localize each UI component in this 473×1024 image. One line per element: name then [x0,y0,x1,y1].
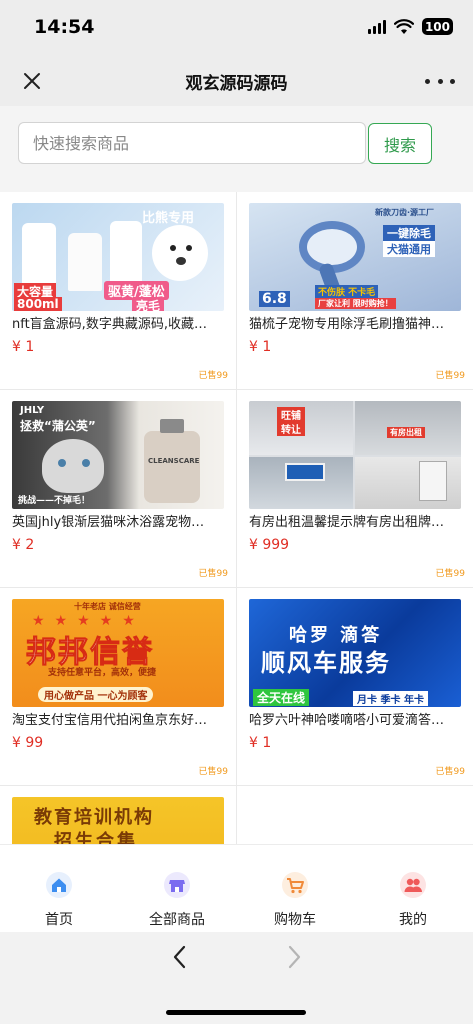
product-image: 旺铺 转让 有房出租 [249,401,461,509]
search-input[interactable] [18,122,366,164]
status-bar: 14:54 100 [0,0,473,56]
image-text: 旺铺 [277,407,305,422]
tab-all-products[interactable]: 全部商品 [118,845,236,933]
image-text: 比熊专用 [142,211,195,226]
product-image: 比熊专用 大容量 800ml 驱黄/蓬松 亮毛 [12,203,224,311]
product-image: JHLY 拯救“蒲公英” 挑战——不掉毛！ CLEANSCARE [12,401,224,509]
product-card[interactable]: 新款刀齿·源工厂 一键除毛 犬猫通用 不伤肤 不卡毛 厂家让利 限时购抢！ 6.… [237,192,473,389]
tab-bar: 首页 全部商品 购物车 我的 [0,844,473,932]
more-options-icon[interactable] [425,70,455,92]
search-area: 搜索 [0,106,473,190]
product-title: 英国jhly银渐层猫咪沐浴露宠物… [12,515,205,530]
status-time: 14:54 [34,16,95,38]
product-card[interactable]: 教育培训机构 招生合集 [0,786,236,844]
product-price: ¥ 2 [12,537,35,553]
image-text: 6.8 [259,291,290,307]
sold-count: 已售99 [198,371,228,381]
product-title: 猫梳子宠物专用除浮毛刷撸猫神… [249,317,445,332]
home-icon [46,872,72,898]
product-title: 淘宝支付宝信用代拍闲鱼京东好… [12,713,208,728]
product-card[interactable]: 十年老店 诚信经营 ★★★★★ 邦邦信誉 支持任意平台，高效，便捷 用心做产品 … [0,588,236,785]
image-text: 犬猫通用 [383,241,435,257]
battery-indicator: 100 [421,18,453,35]
image-text: 亮毛 [132,297,165,311]
image-text: 全天在线 [253,689,310,706]
wifi-icon [393,18,414,34]
sold-count: 已售99 [198,767,228,777]
cellular-signal-icon [367,19,386,34]
product-price: ¥ 1 [249,735,272,751]
product-title: 哈罗六叶神哈喽嘀嗒小可爱滴答… [249,713,445,728]
image-text: CLEANSCARE [148,457,200,465]
sold-count: 已售99 [198,569,228,579]
page-title: 观玄源码源码 [185,74,288,94]
image-text: 十年老店 诚信经营 [74,602,141,611]
cart-icon [282,872,308,898]
image-text: 转让 [277,421,305,436]
product-price: ¥ 99 [12,735,44,751]
tab-label: 购物车 [274,912,316,928]
image-text: 一键除毛 [383,225,435,241]
product-image: 新款刀齿·源工厂 一键除毛 犬猫通用 不伤肤 不卡毛 厂家让利 限时购抢！ 6.… [249,203,461,311]
product-card[interactable]: 旺铺 转让 有房出租 有房出租温馨提示牌有房出租牌… ¥ 999 已售99 [237,390,473,587]
tab-home[interactable]: 首页 [0,845,118,933]
image-text: 厂家让利 限时购抢！ [315,298,396,309]
search-button[interactable]: 搜索 [368,123,432,164]
sold-count: 已售99 [435,767,465,777]
product-card[interactable]: 比熊专用 大容量 800ml 驱黄/蓬松 亮毛 nft盲盒源码,数字典藏源码,收… [0,192,236,389]
tab-mine[interactable]: 我的 [354,845,472,933]
image-text: 用心做产品 一心为顾客 [38,687,154,702]
image-text: 拯救“蒲公英” [20,419,96,433]
browser-bottom-bar [0,932,473,1024]
image-text: 支持任意平台，高效，便捷 [48,668,157,678]
image-text: 新款刀齿·源工厂 [375,208,435,217]
product-image: 哈罗 滴答 顺风车服务 全天在线 月卡 季卡 年卡 [249,599,461,707]
image-text: 挑战——不掉毛！ [18,496,91,506]
product-card[interactable]: 哈罗 滴答 顺风车服务 全天在线 月卡 季卡 年卡 哈罗六叶神哈喽嘀嗒小可爱滴答… [237,588,473,785]
tab-label: 我的 [399,912,427,928]
image-text: 800ml [14,297,62,311]
product-price: ¥ 999 [249,537,290,553]
users-icon [400,872,426,898]
nav-bar: 观玄源码源码 [0,56,473,106]
store-icon [164,872,190,898]
image-text: 不伤肤 不卡毛 [315,285,379,298]
product-price: ¥ 1 [12,339,35,355]
image-text: 有房出租 [387,427,425,438]
product-image: 十年老店 诚信经营 ★★★★★ 邦邦信誉 支持任意平台，高效，便捷 用心做产品 … [12,599,224,707]
image-text: 招生合集 [54,831,138,844]
product-title: nft盲盒源码,数字典藏源码,收藏… [12,317,207,332]
home-indicator [166,1010,306,1015]
image-text: 教育培训机构 [34,807,154,828]
sold-count: 已售99 [435,569,465,579]
product-price: ¥ 1 [249,339,272,355]
product-grid: 比熊专用 大容量 800ml 驱黄/蓬松 亮毛 nft盲盒源码,数字典藏源码,收… [0,192,473,844]
status-icons: 100 [367,18,453,35]
image-text: JHLY [20,405,45,416]
forward-arrow-icon[interactable] [282,944,306,970]
back-arrow-icon[interactable] [168,944,192,970]
image-text: 月卡 季卡 年卡 [353,691,428,706]
image-text: 顺风车服务 [261,649,391,677]
product-image: 教育培训机构 招生合集 [12,797,224,844]
empty-cell [237,786,473,844]
tab-label: 首页 [45,912,73,928]
product-card[interactable]: JHLY 拯救“蒲公英” 挑战——不掉毛！ CLEANSCARE 英国jhly银… [0,390,236,587]
product-title: 有房出租温馨提示牌有房出租牌… [249,515,445,530]
tab-cart[interactable]: 购物车 [236,845,354,933]
sold-count: 已售99 [435,371,465,381]
tab-label: 全部商品 [149,912,205,928]
